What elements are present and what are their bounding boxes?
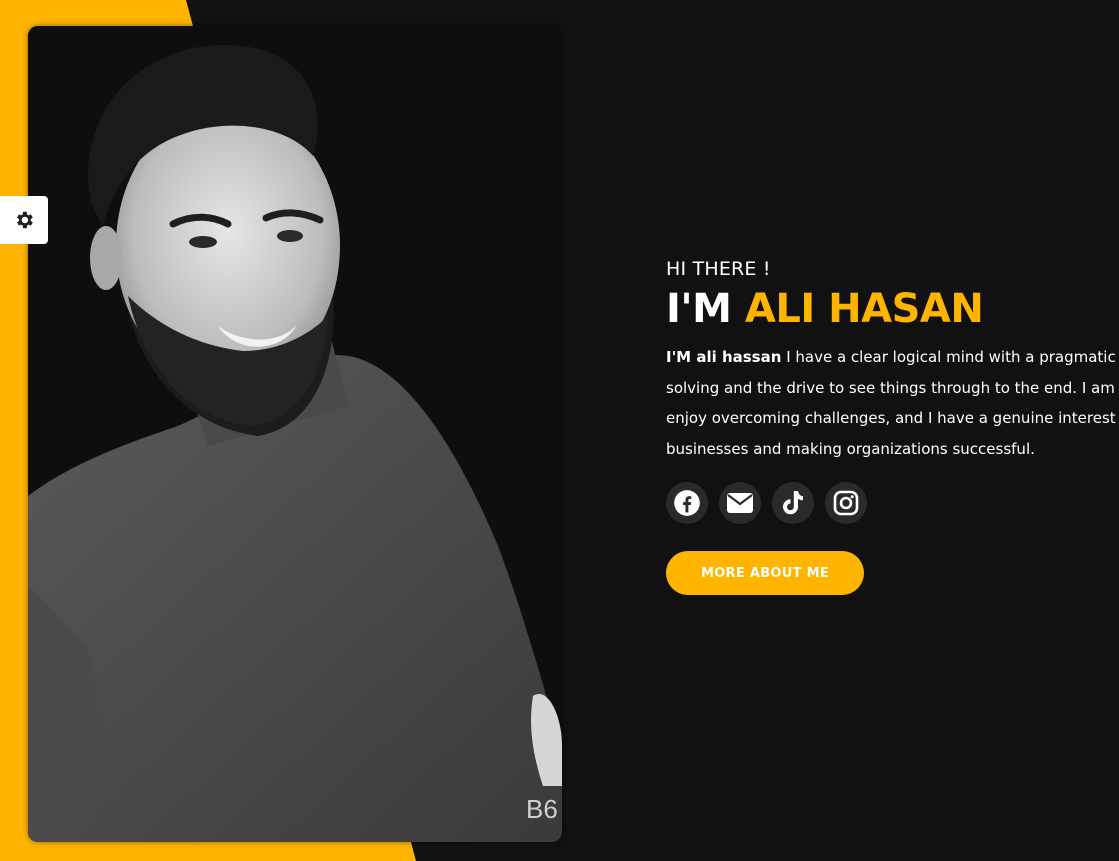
bio-line-3: enjoy overcoming challenges, and I have … — [666, 409, 1119, 427]
hero-title: I'M ALI HASAN — [666, 286, 1119, 332]
bio-line-2: solving and the drive to see things thro… — [666, 378, 1119, 397]
bio-text: I'M ali hassan I have a clear logical mi… — [666, 342, 1119, 464]
more-about-me-button[interactable]: MORE ABOUT ME — [666, 551, 864, 595]
social-links — [666, 482, 1119, 524]
title-prefix: I'M — [666, 286, 732, 332]
bio-line: I'M ali hassan I have a clear logical mi… — [666, 342, 1119, 373]
settings-button[interactable] — [0, 196, 48, 244]
tiktok-icon — [783, 491, 803, 515]
greeting: HI THERE ! — [666, 258, 771, 280]
gear-icon — [17, 211, 33, 229]
profile-photo: B6 — [28, 26, 562, 842]
facebook-icon — [674, 490, 700, 516]
bio-bold-name: I'M ali hassan — [666, 348, 782, 366]
email-link[interactable] — [719, 482, 761, 524]
tiktok-link[interactable] — [772, 482, 814, 524]
instagram-link[interactable] — [825, 482, 867, 524]
bio-line-1: I have a clear logical mind with a pragm… — [786, 348, 1119, 366]
photo-watermark: B6 — [526, 794, 558, 824]
instagram-icon — [833, 490, 859, 516]
bio-line-4: businesses and making organizations succ… — [666, 439, 1035, 458]
hero-content: HI THERE ! I'M ALI HASAN I'M ali hassan … — [666, 258, 1119, 595]
facebook-link[interactable] — [666, 482, 708, 524]
envelope-icon — [727, 493, 753, 513]
title-name: ALI HASAN — [744, 286, 984, 332]
